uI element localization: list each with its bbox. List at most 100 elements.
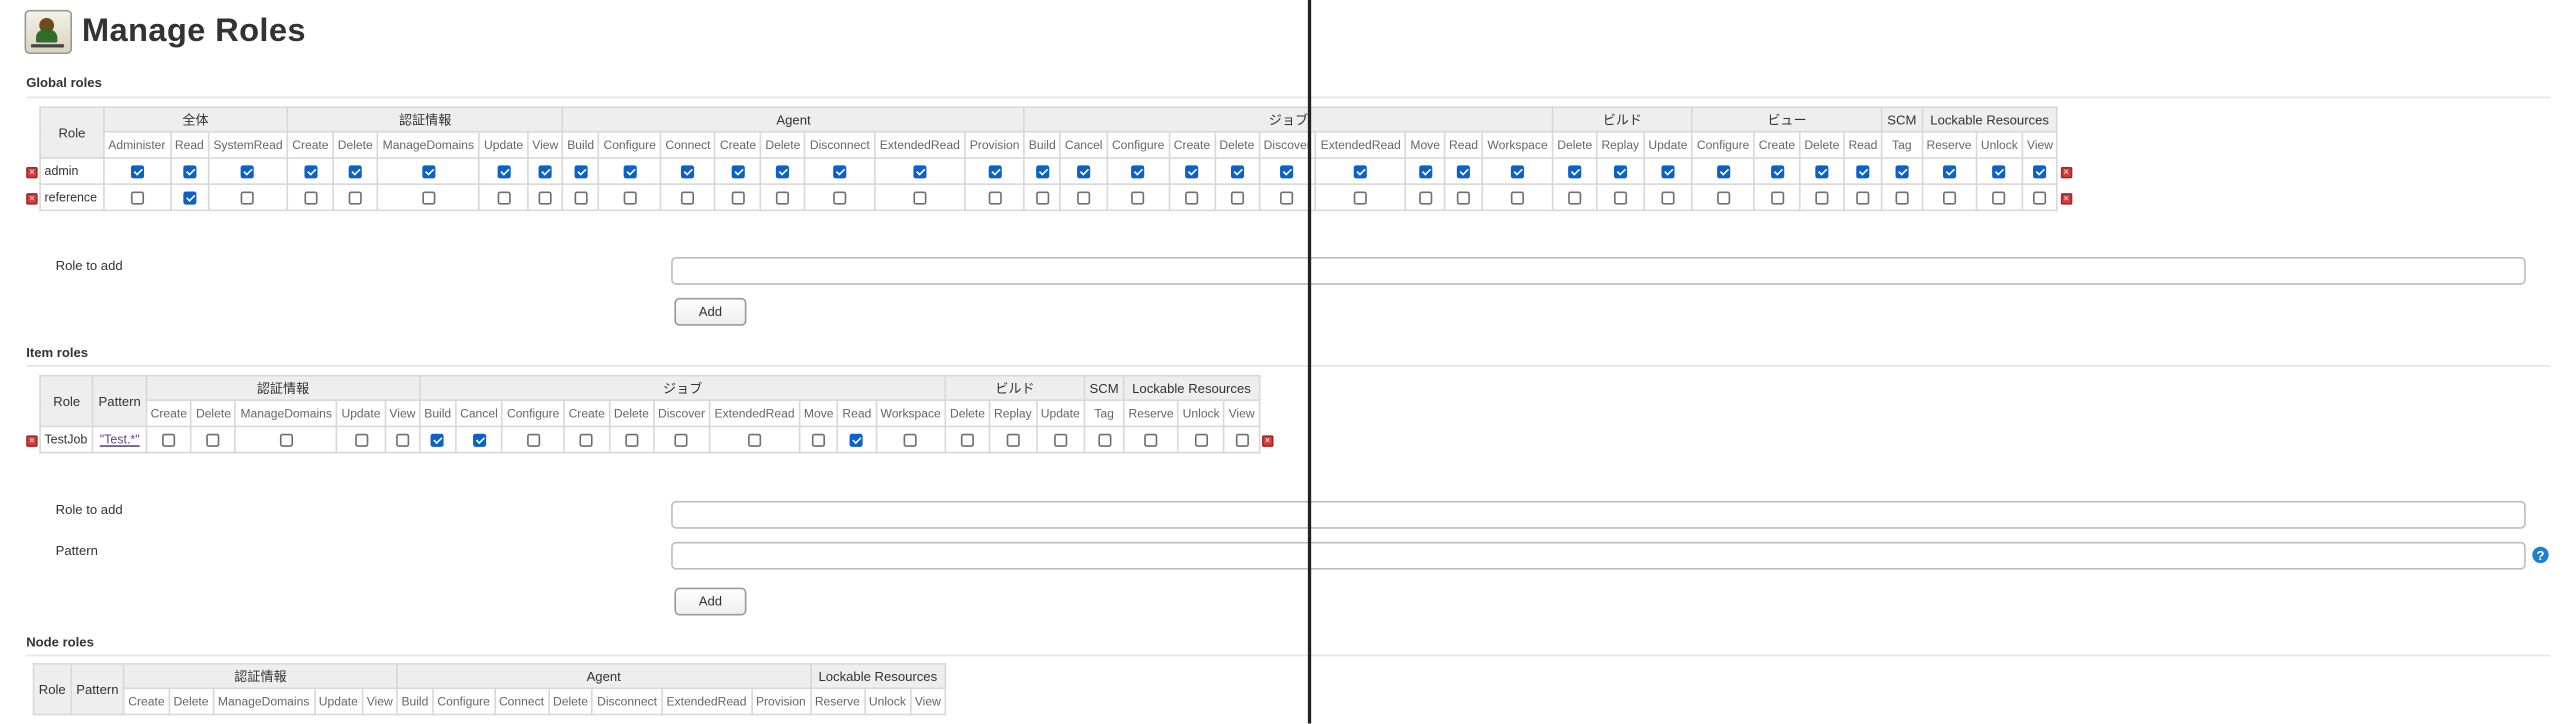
permission-checkbox[interactable] — [1815, 165, 1829, 179]
permission-checkbox[interactable] — [731, 165, 745, 179]
permission-checkbox[interactable] — [674, 433, 689, 447]
permission-checkbox[interactable] — [913, 165, 927, 179]
permission-checkbox[interactable] — [1770, 165, 1784, 179]
pattern-link[interactable]: "Test.*" — [100, 432, 140, 447]
delete-icon[interactable]: × — [1261, 434, 1274, 447]
permission-checkbox[interactable] — [2033, 165, 2047, 179]
permission-checkbox[interactable] — [681, 165, 695, 179]
permission-checkbox[interactable] — [681, 191, 695, 205]
permission-checkbox[interactable] — [850, 433, 864, 447]
permission-checkbox[interactable] — [348, 191, 362, 205]
permission-checkbox[interactable] — [1716, 191, 1730, 205]
permission-checkbox[interactable] — [421, 191, 435, 205]
permission-checkbox[interactable] — [1568, 165, 1582, 179]
permission-checkbox[interactable] — [1077, 165, 1091, 179]
permission-checkbox[interactable] — [1992, 191, 2006, 205]
permission-checkbox[interactable] — [1131, 191, 1145, 205]
permission-checkbox[interactable] — [776, 191, 790, 205]
permission-checkbox[interactable] — [1035, 191, 1049, 205]
permission-checkbox[interactable] — [1613, 165, 1627, 179]
permission-checkbox[interactable] — [1006, 433, 1020, 447]
permission-checkbox[interactable] — [279, 433, 293, 447]
permission-checkbox[interactable] — [421, 165, 435, 179]
global-role-to-add-input[interactable] — [671, 256, 2526, 285]
permission-checkbox[interactable] — [395, 433, 409, 447]
permission-checkbox[interactable] — [1716, 165, 1730, 179]
permission-checkbox[interactable] — [497, 165, 511, 179]
permission-checkbox[interactable] — [241, 165, 255, 179]
permission-checkbox[interactable] — [1131, 165, 1145, 179]
permission-checkbox[interactable] — [241, 191, 255, 205]
permission-checkbox[interactable] — [1661, 191, 1675, 205]
permission-checkbox[interactable] — [472, 433, 486, 447]
permission-checkbox[interactable] — [960, 433, 975, 447]
global-add-button[interactable]: Add — [674, 297, 747, 326]
permission-checkbox[interactable] — [1418, 165, 1432, 179]
permission-checkbox[interactable] — [988, 165, 1002, 179]
permission-checkbox[interactable] — [812, 433, 826, 447]
permission-checkbox[interactable] — [988, 191, 1002, 205]
permission-checkbox[interactable] — [303, 191, 317, 205]
permission-checkbox[interactable] — [776, 165, 790, 179]
permission-checkbox[interactable] — [1661, 165, 1675, 179]
permission-checkbox[interactable] — [1194, 433, 1208, 447]
permission-checkbox[interactable] — [1035, 165, 1049, 179]
permission-checkbox[interactable] — [904, 433, 918, 447]
item-role-to-add-input[interactable] — [671, 500, 2526, 529]
permission-checkbox[interactable] — [623, 191, 637, 205]
permission-checkbox[interactable] — [1856, 165, 1870, 179]
permission-checkbox[interactable] — [1053, 433, 1067, 447]
delete-icon[interactable]: × — [26, 434, 38, 447]
permission-checkbox[interactable] — [833, 191, 847, 205]
delete-icon[interactable]: × — [2060, 192, 2072, 204]
delete-icon[interactable]: × — [26, 192, 38, 204]
permission-checkbox[interactable] — [1280, 165, 1294, 179]
permission-checkbox[interactable] — [1077, 191, 1091, 205]
permission-checkbox[interactable] — [1185, 191, 1199, 205]
permission-checkbox[interactable] — [206, 433, 221, 447]
permission-checkbox[interactable] — [1230, 165, 1244, 179]
permission-checkbox[interactable] — [1815, 191, 1829, 205]
permission-checkbox[interactable] — [1456, 165, 1471, 179]
permission-checkbox[interactable] — [303, 165, 317, 179]
permission-checkbox[interactable] — [1942, 191, 1956, 205]
permission-checkbox[interactable] — [913, 191, 927, 205]
permission-checkbox[interactable] — [1354, 191, 1368, 205]
permission-checkbox[interactable] — [1185, 165, 1199, 179]
permission-checkbox[interactable] — [130, 165, 144, 179]
permission-checkbox[interactable] — [1354, 165, 1368, 179]
permission-checkbox[interactable] — [1942, 165, 1956, 179]
permission-checkbox[interactable] — [1770, 191, 1784, 205]
item-add-button[interactable]: Add — [674, 587, 747, 616]
permission-checkbox[interactable] — [431, 433, 445, 447]
permission-checkbox[interactable] — [538, 165, 552, 179]
permission-checkbox[interactable] — [1511, 191, 1525, 205]
permission-checkbox[interactable] — [538, 191, 552, 205]
permission-checkbox[interactable] — [833, 165, 847, 179]
permission-checkbox[interactable] — [1456, 191, 1471, 205]
delete-icon[interactable]: × — [26, 166, 38, 178]
permission-checkbox[interactable] — [1895, 165, 1909, 179]
permission-checkbox[interactable] — [574, 165, 588, 179]
permission-checkbox[interactable] — [1280, 191, 1294, 205]
permission-checkbox[interactable] — [130, 191, 144, 205]
permission-checkbox[interactable] — [182, 165, 196, 179]
permission-checkbox[interactable] — [1418, 191, 1432, 205]
permission-checkbox[interactable] — [623, 165, 637, 179]
permission-checkbox[interactable] — [1992, 165, 2006, 179]
delete-icon[interactable]: × — [2060, 166, 2072, 178]
permission-checkbox[interactable] — [1856, 191, 1870, 205]
permission-checkbox[interactable] — [348, 165, 362, 179]
permission-checkbox[interactable] — [182, 191, 196, 205]
permission-checkbox[interactable] — [580, 433, 594, 447]
permission-checkbox[interactable] — [497, 191, 511, 205]
permission-checkbox[interactable] — [748, 433, 762, 447]
permission-checkbox[interactable] — [1230, 191, 1244, 205]
permission-checkbox[interactable] — [526, 433, 540, 447]
permission-checkbox[interactable] — [1144, 433, 1158, 447]
item-pattern-input[interactable] — [671, 541, 2526, 570]
permission-checkbox[interactable] — [162, 433, 176, 447]
help-icon[interactable]: ? — [2532, 546, 2549, 564]
permission-checkbox[interactable] — [1511, 165, 1525, 179]
permission-checkbox[interactable] — [731, 191, 745, 205]
